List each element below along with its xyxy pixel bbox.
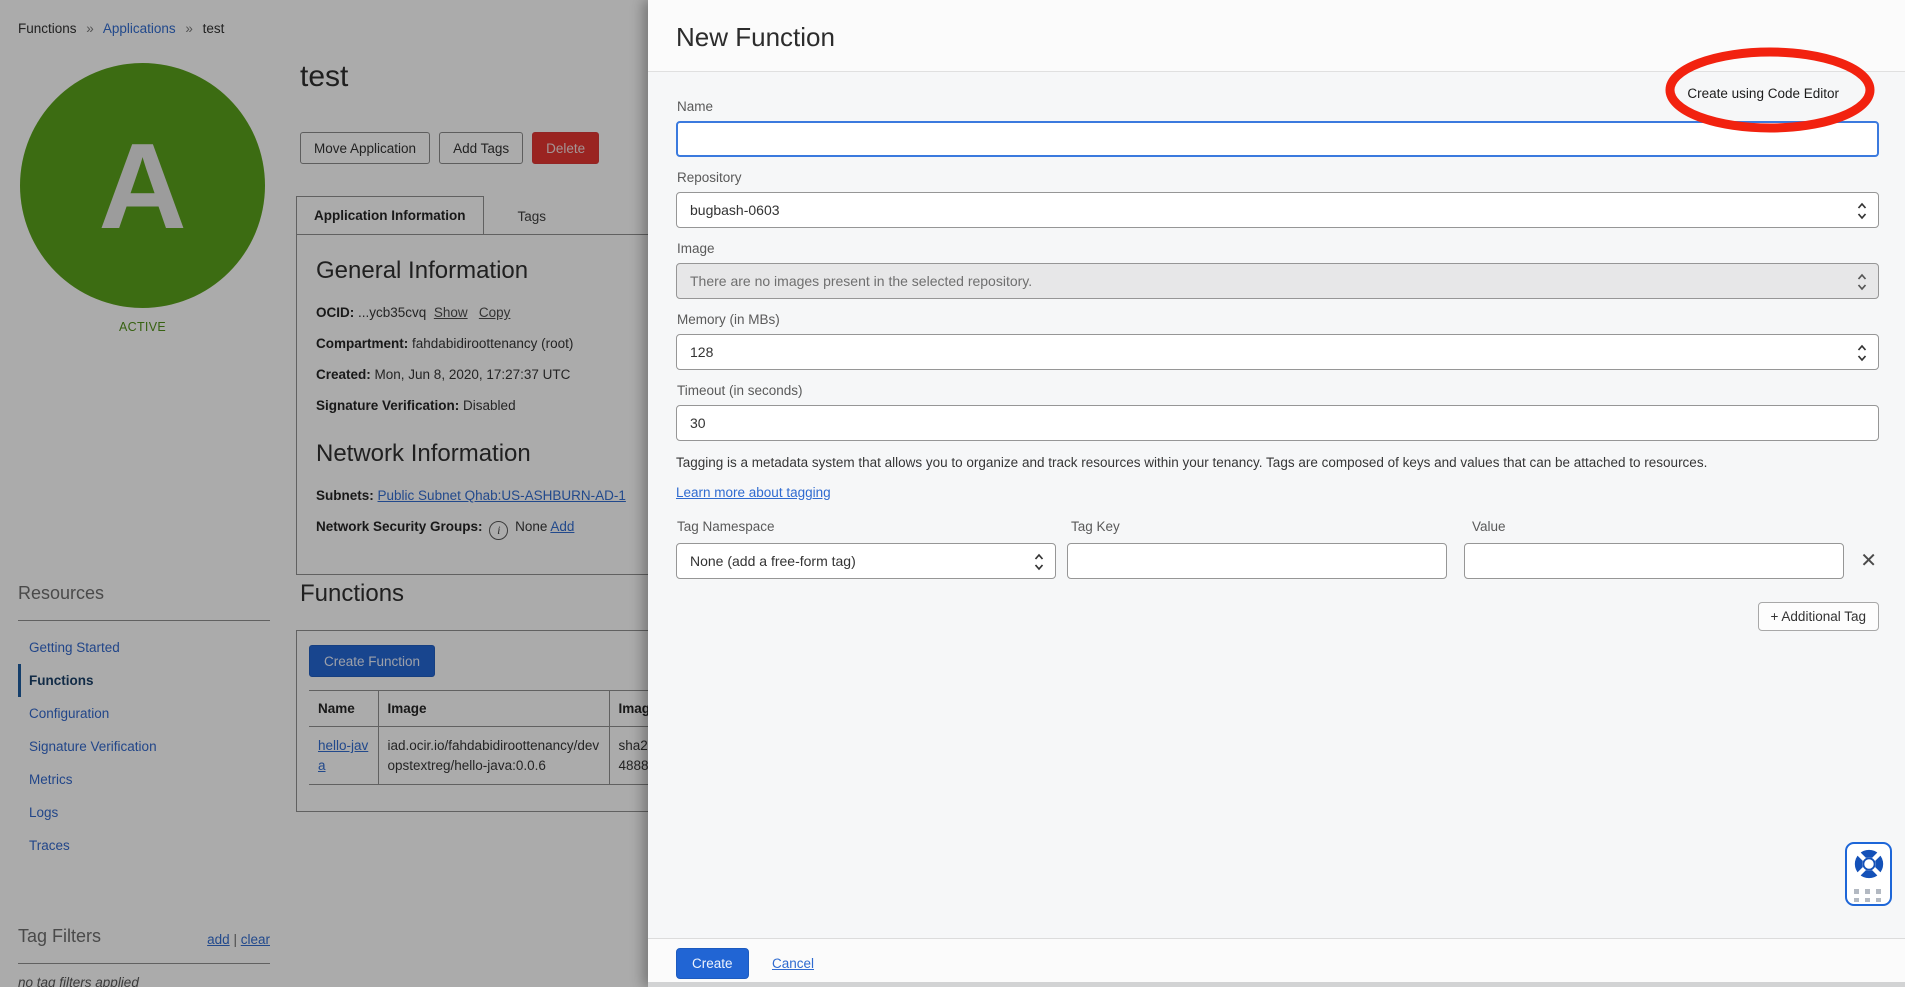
- life-ring-help-icon: [1852, 847, 1886, 881]
- tag-namespace-select[interactable]: None (add a free-form tag): [676, 543, 1056, 579]
- cancel-link[interactable]: Cancel: [772, 956, 814, 971]
- remove-tag-icon[interactable]: ✕: [1858, 549, 1879, 573]
- panel-footer: Create Cancel: [648, 938, 1905, 987]
- image-label: Image: [677, 241, 1879, 256]
- image-value: There are no images present in the selec…: [690, 273, 1032, 289]
- chevron-up-down-icon: [1034, 552, 1044, 572]
- learn-more-tagging-link[interactable]: Learn more about tagging: [676, 485, 831, 500]
- create-using-code-editor-link[interactable]: Create using Code Editor: [1687, 86, 1839, 101]
- chevron-up-down-icon: [1857, 343, 1867, 363]
- panel-header: New Function: [648, 0, 1905, 72]
- panel-bottom-strip: [648, 982, 1905, 987]
- timeout-label: Timeout (in seconds): [677, 383, 1879, 398]
- panel-body: Create using Code Editor Name Repository…: [648, 73, 1905, 938]
- tag-namespace-value: None (add a free-form tag): [690, 553, 856, 569]
- name-input[interactable]: [676, 121, 1879, 157]
- repository-select[interactable]: bugbash-0603: [676, 192, 1879, 228]
- additional-tag-button[interactable]: + Additional Tag: [1758, 602, 1879, 631]
- repository-label: Repository: [677, 170, 1879, 185]
- tag-key-label: Tag Key: [1071, 519, 1471, 534]
- panel-title: New Function: [676, 22, 1905, 53]
- memory-select[interactable]: 128: [676, 334, 1879, 370]
- timeout-value: 30: [690, 415, 706, 431]
- chevron-up-down-icon: [1857, 201, 1867, 221]
- tagging-description: Tagging is a metadata system that allows…: [676, 454, 1879, 473]
- memory-value: 128: [690, 344, 713, 360]
- tag-key-input[interactable]: [1067, 543, 1447, 579]
- viewport: Functions » Applications » test A ACTIVE…: [0, 0, 1905, 987]
- memory-label: Memory (in MBs): [677, 312, 1879, 327]
- chevron-up-down-icon: [1857, 272, 1867, 292]
- tag-inputs-row: None (add a free-form tag) ✕: [676, 543, 1879, 579]
- drag-handle-dots-icon[interactable]: [1854, 889, 1883, 902]
- tag-value-label: Value: [1472, 519, 1852, 534]
- tag-namespace-label: Tag Namespace: [677, 519, 1070, 534]
- repository-value: bugbash-0603: [690, 202, 780, 218]
- tag-labels-row: Tag Namespace Tag Key Value: [676, 519, 1879, 543]
- timeout-input[interactable]: 30: [676, 405, 1879, 441]
- tag-value-input[interactable]: [1464, 543, 1844, 579]
- help-widget[interactable]: [1845, 842, 1892, 906]
- create-button[interactable]: Create: [676, 948, 749, 979]
- new-function-panel: New Function Create using Code Editor Na…: [648, 0, 1905, 987]
- name-label: Name: [677, 99, 1879, 114]
- image-select: There are no images present in the selec…: [676, 263, 1879, 299]
